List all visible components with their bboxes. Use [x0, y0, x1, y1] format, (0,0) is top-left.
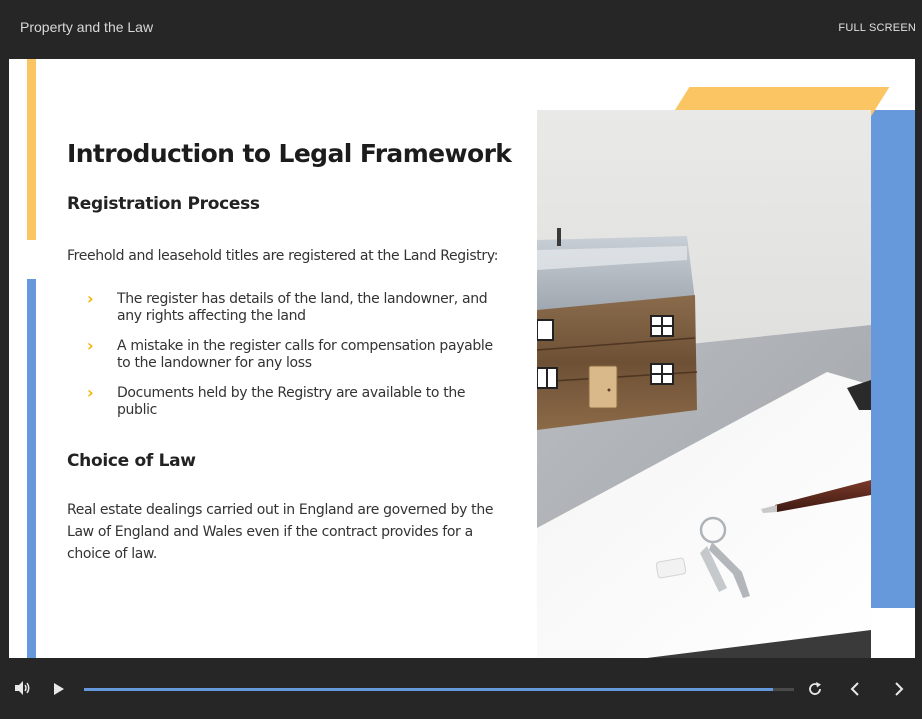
yellow-accent-bar: [27, 59, 36, 240]
bullet-text: Documents held by the Registry are avail…: [117, 385, 466, 418]
choice-of-law-text: Real estate dealings carried out in Engl…: [67, 502, 494, 562]
slide: Introduction to Legal Framework Registra…: [9, 59, 915, 658]
list-item: › Documents held by the Registry are ava…: [85, 383, 505, 419]
next-icon[interactable]: [893, 682, 905, 701]
blue-accent-bar: [27, 279, 36, 658]
list-item: › The register has details of the land, …: [85, 289, 505, 325]
bullet-text: The register has details of the land, th…: [117, 291, 488, 324]
registration-intro-text: Freehold and leasehold titles are regist…: [67, 248, 499, 264]
player-controls: [0, 658, 922, 719]
replay-icon[interactable]: [807, 681, 823, 702]
photo-illustration: [537, 110, 871, 658]
chevron-right-icon: ›: [87, 336, 94, 355]
photo-blue-frame: [871, 110, 915, 608]
choice-of-law-heading: Choice of Law: [67, 451, 196, 471]
bullet-list: › The register has details of the land, …: [85, 289, 505, 432]
house-model-photo: [537, 110, 871, 658]
fullscreen-button[interactable]: FULL SCREEN: [838, 22, 916, 34]
top-bar: Property and the Law FULL SCREEN: [0, 0, 922, 59]
volume-icon[interactable]: [14, 680, 32, 701]
progress-fill: [84, 688, 773, 691]
chevron-right-icon: ›: [87, 289, 94, 308]
course-title: Property and the Law: [20, 19, 154, 35]
bullet-text: A mistake in the register calls for comp…: [117, 338, 493, 371]
registration-process-heading: Registration Process: [67, 194, 260, 214]
previous-icon[interactable]: [849, 682, 861, 701]
chevron-right-icon: ›: [87, 383, 94, 402]
list-item: › A mistake in the register calls for co…: [85, 336, 505, 372]
progress-bar[interactable]: [84, 688, 794, 691]
play-icon[interactable]: [53, 682, 65, 701]
slide-title: Introduction to Legal Framework: [67, 139, 512, 168]
